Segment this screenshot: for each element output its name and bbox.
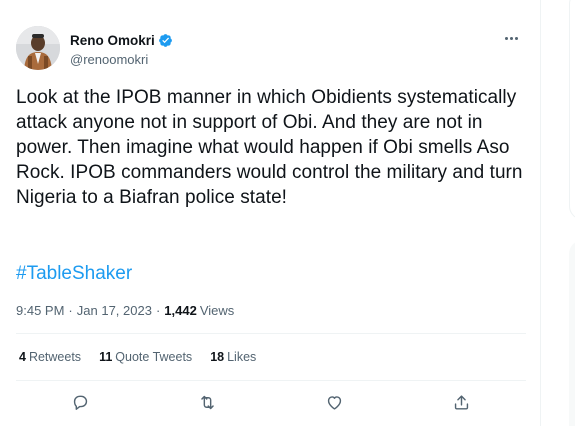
like-button[interactable] xyxy=(320,388,348,416)
display-name[interactable]: Reno Omokri xyxy=(70,33,155,48)
sidebar-card xyxy=(569,240,575,426)
author-block: Reno Omokri @renoomokri xyxy=(70,31,173,67)
meta-separator: · xyxy=(68,302,73,318)
like-icon xyxy=(327,395,341,410)
tweet-stats: 4 Retweets 11 Quote Tweets 18 Likes xyxy=(19,349,256,365)
verified-badge-icon xyxy=(158,33,172,47)
retweets-count: 4 xyxy=(19,350,26,364)
tweet-header: Reno Omokri @renoomokri xyxy=(16,26,526,72)
reply-button[interactable] xyxy=(66,388,94,416)
more-icon[interactable] xyxy=(498,28,524,48)
divider xyxy=(16,333,526,334)
quotes-stat[interactable]: 11 Quote Tweets xyxy=(99,350,192,364)
tweet-meta: 9:45 PM · Jan 17, 2023 · 1,442 Views xyxy=(16,301,234,319)
likes-label: Likes xyxy=(227,350,257,364)
divider xyxy=(16,380,526,381)
tweet-actions xyxy=(16,388,526,416)
tweet-time[interactable]: 9:45 PM xyxy=(16,303,64,318)
right-sidebar xyxy=(555,0,575,426)
quotes-label: Quote Tweets xyxy=(115,350,193,364)
retweet-button[interactable] xyxy=(193,388,221,416)
tweet-text: Look at the IPOB manner in which Obidien… xyxy=(16,87,523,208)
tweet-detail: Reno Omokri @renoomokri Look at the IPOB… xyxy=(0,0,541,426)
share-button[interactable] xyxy=(447,388,475,416)
meta-separator-2: · xyxy=(155,302,161,318)
retweets-label: Retweets xyxy=(28,350,82,364)
avatar-image xyxy=(16,26,60,70)
retweets-stat[interactable]: 4 Retweets xyxy=(19,350,81,364)
hashtag-link[interactable]: #TableShaker xyxy=(16,261,132,286)
tweet-date[interactable]: Jan 17, 2023 xyxy=(77,303,152,318)
retweet-icon xyxy=(200,395,214,409)
likes-stat[interactable]: 18 Likes xyxy=(210,350,256,364)
views-count: 1,442 xyxy=(164,302,197,318)
share-icon xyxy=(454,394,468,410)
likes-count: 18 xyxy=(210,350,225,364)
views-label: Views xyxy=(199,302,235,318)
avatar[interactable] xyxy=(16,26,60,70)
reply-icon xyxy=(73,395,87,410)
sidebar-card xyxy=(569,0,575,220)
display-name-row: Reno Omokri xyxy=(70,31,173,49)
handle[interactable]: @renoomokri xyxy=(70,52,173,67)
quotes-count: 11 xyxy=(99,350,113,364)
